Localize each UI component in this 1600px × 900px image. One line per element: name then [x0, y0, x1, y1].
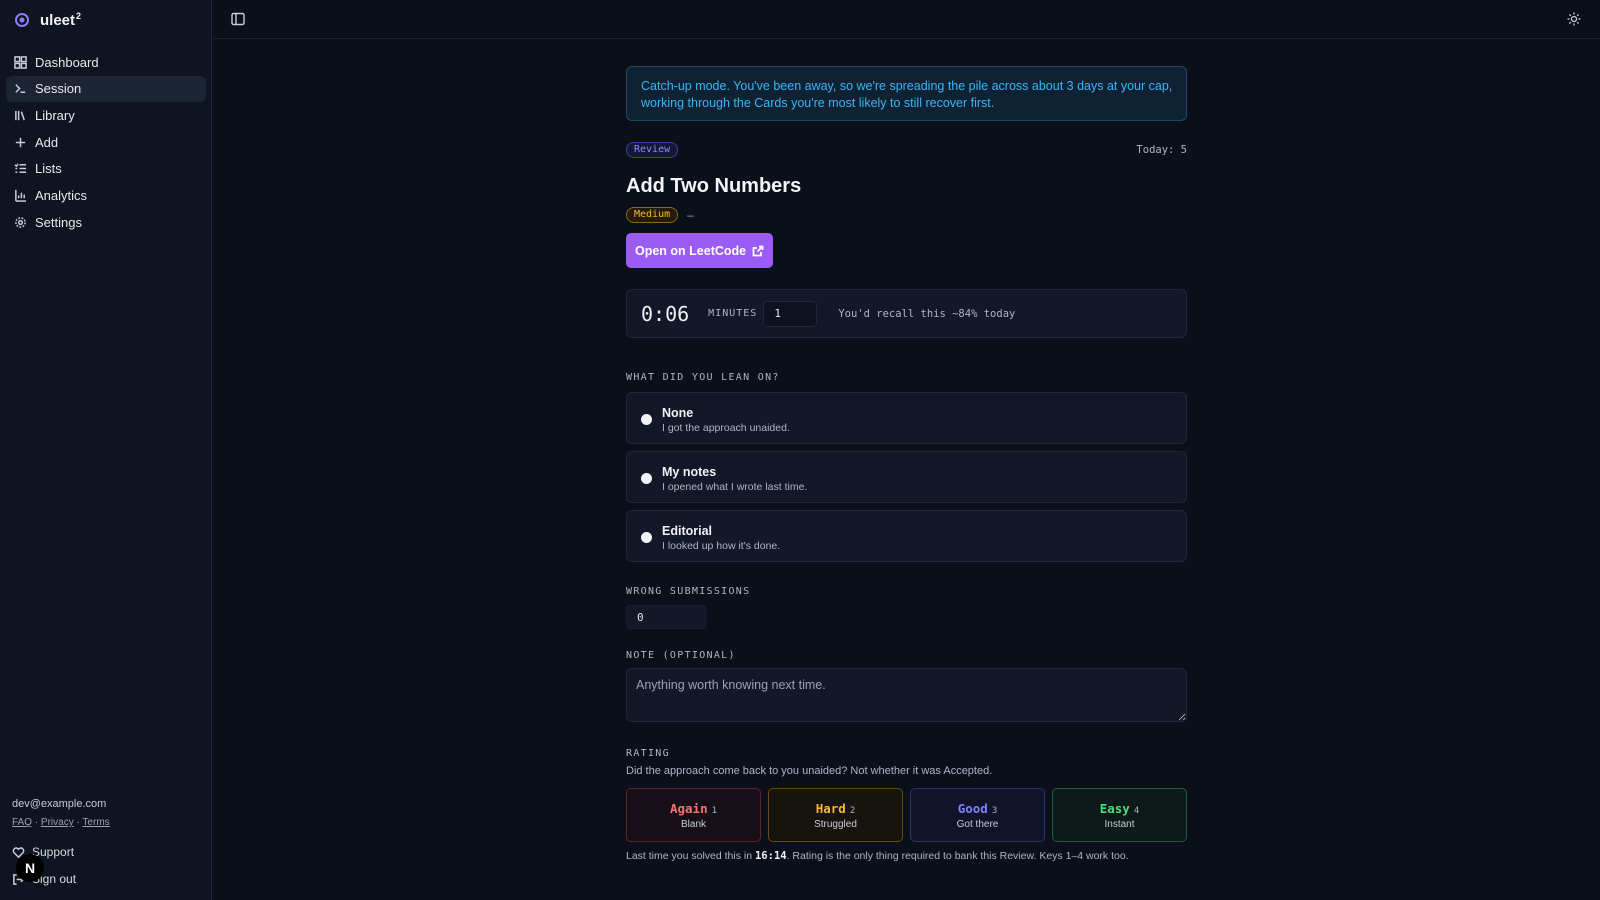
sidebar-item-add[interactable]: Add [6, 129, 206, 155]
lean-option-editorial[interactable]: Editorial I looked up how it's done. [626, 510, 1187, 562]
rating-hint: Did the approach come back to you unaide… [626, 765, 993, 777]
open-leetcode-label: Open on LeetCode [635, 243, 747, 258]
option-title: None [662, 406, 694, 420]
privacy-link[interactable]: Privacy [41, 817, 74, 828]
rate-description: Got there [956, 818, 999, 830]
radio-button[interactable] [641, 473, 652, 484]
wrong-submissions-label: WRONG SUBMISSIONS [626, 586, 751, 597]
plus-icon [15, 137, 26, 147]
list-icon [14, 163, 27, 174]
today-count: Today: 5 [1136, 144, 1187, 156]
library-icon [15, 110, 25, 121]
option-title: My notes [662, 465, 717, 479]
rate-label-row: Again 1 [669, 800, 718, 816]
terminal-icon [15, 84, 26, 94]
logo-icon [15, 13, 29, 27]
sidebar-item-label: Library [35, 107, 75, 123]
open-leetcode-button[interactable]: Open on LeetCode [626, 233, 774, 268]
shortcut-key: 3 [991, 805, 998, 816]
sidebar-item-label: Lists [35, 161, 62, 177]
sidebar-item-label: Session [35, 81, 82, 97]
footer-links: FAQ · Privacy · Terms [12, 817, 110, 828]
difficulty-badge: Medium [626, 207, 679, 223]
lean-option-my-notes[interactable]: My notes I opened what I wrote last time… [626, 451, 1187, 503]
brand[interactable]: uleet2 [14, 11, 81, 29]
difficulty-row: Medium – [626, 207, 1187, 223]
shortcut-key: 1 [711, 805, 718, 816]
review-badge: Review [626, 142, 679, 158]
shortcut-key: 4 [1133, 805, 1140, 816]
topbar [213, 0, 1600, 39]
sidebar-item-library[interactable]: Library [6, 102, 206, 128]
terms-link[interactable]: Terms [82, 817, 109, 828]
sidebar-item-settings[interactable]: Settings [6, 209, 206, 235]
rate-label-row: Easy 4 [1099, 800, 1140, 816]
option-description: I opened what I wrote last time. [662, 481, 808, 493]
rating-label: RATING [626, 748, 670, 759]
minutes-input[interactable] [763, 300, 818, 327]
note-label: NOTE (OPTIONAL) [626, 650, 736, 661]
rate-description: Blank [680, 818, 706, 830]
option-title: Editorial [662, 524, 713, 538]
rate-hard-button[interactable]: Hard 2 Struggled [768, 788, 903, 842]
rating-buttons: Again 1 Blank Hard 2 Struggled Good 3 Got t… [626, 788, 1187, 842]
sidebar-item-label: Settings [35, 214, 82, 230]
sidebar-item-label: Analytics [35, 187, 88, 203]
sidebar: uleet2 Dashboard Session Library Add Lis… [0, 0, 212, 900]
tags-placeholder: – [687, 208, 694, 222]
shortcut-key: 2 [849, 805, 856, 816]
rate-label-row: Hard 2 [815, 800, 856, 816]
option-description: I looked up how it's done. [662, 540, 781, 552]
catch-up-banner: Catch-up mode. You've been away, so we'r… [626, 66, 1187, 121]
sidebar-toggle-icon[interactable] [231, 12, 245, 26]
faq-link[interactable]: FAQ [12, 817, 32, 828]
sidebar-item-lists[interactable]: Lists [6, 156, 206, 182]
last-time-value: 16:14 [754, 850, 787, 862]
problem-title: Add Two Numbers [626, 175, 802, 197]
rate-good-button[interactable]: Good 3 Got there [910, 788, 1045, 842]
lean-section-label: WHAT DID YOU LEAN ON? [626, 372, 780, 383]
sidebar-item-label: Add [35, 134, 59, 150]
gear-icon [15, 216, 26, 228]
minutes-label: MINUTES [708, 308, 758, 319]
timer-card: 0:06 MINUTES You'd recall this ~84% toda… [626, 289, 1187, 338]
sidebar-item-session[interactable]: Session [6, 75, 206, 102]
sidebar-nav: Dashboard Session Library Add Lists Anal… [6, 49, 206, 236]
sidebar-item-dashboard[interactable]: Dashboard [6, 49, 206, 75]
card-meta-row: Review Today: 5 [626, 142, 1187, 158]
option-description: I got the approach unaided. [662, 422, 790, 434]
session-panel: Catch-up mode. You've been away, so we'r… [626, 66, 1187, 862]
rate-description: Instant [1104, 818, 1135, 830]
rate-again-button[interactable]: Again 1 Blank [626, 788, 761, 842]
last-time-note: Last time you solved this in 16:14. Rati… [626, 850, 1129, 862]
radio-button[interactable] [641, 532, 652, 543]
rate-description: Struggled [814, 818, 857, 830]
sidebar-footer: dev@example.com FAQ · Privacy · Terms [12, 798, 110, 828]
note-textarea[interactable] [626, 668, 1187, 722]
app-name: uleet2 [40, 11, 82, 29]
rate-easy-button[interactable]: Easy 4 Instant [1052, 788, 1187, 842]
user-avatar-badge[interactable]: N [16, 854, 44, 882]
rate-label-row: Good 3 [957, 800, 998, 816]
external-link-icon [752, 245, 764, 256]
elapsed-timer: 0:06 [641, 301, 690, 326]
wrong-submissions-input[interactable] [626, 605, 706, 629]
radio-button[interactable] [641, 414, 652, 425]
sidebar-item-label: Dashboard [35, 54, 99, 70]
recall-estimate: You'd recall this ~84% today [838, 307, 1016, 320]
bar-chart-icon [15, 189, 27, 202]
sun-icon[interactable] [1567, 12, 1581, 26]
lean-option-none[interactable]: None I got the approach unaided. [626, 392, 1187, 444]
sidebar-item-analytics[interactable]: Analytics [6, 182, 206, 208]
grid-icon [14, 55, 27, 69]
user-email: dev@example.com [12, 798, 107, 810]
